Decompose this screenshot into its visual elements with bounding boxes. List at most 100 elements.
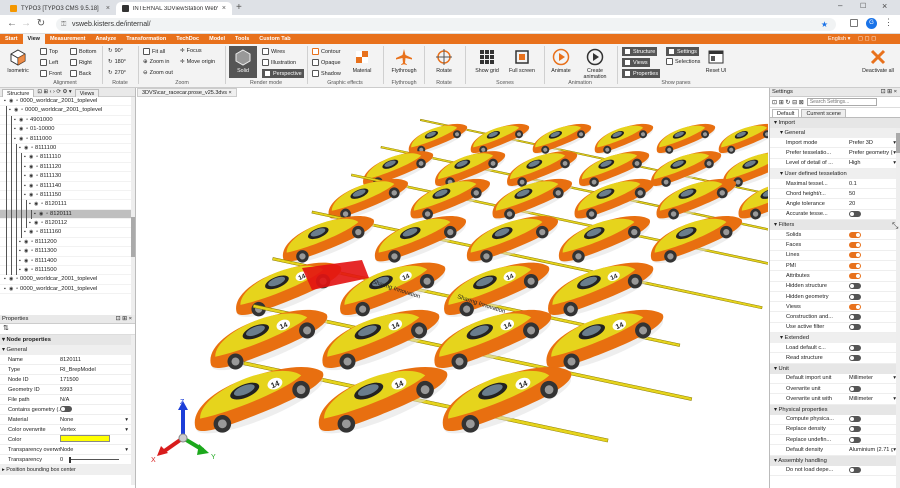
tree-expander-icon[interactable]: ▪: [24, 182, 26, 191]
tree-expander-icon[interactable]: ▪: [24, 228, 26, 237]
focus-button[interactable]: ✛ Focus: [180, 48, 202, 54]
top-view-button[interactable]: Top: [40, 48, 58, 55]
visibility-eye-icon[interactable]: ◉: [29, 172, 33, 181]
settings-section-header[interactable]: ▾ Unit: [770, 363, 900, 374]
visibility-eye-icon[interactable]: ◉: [24, 247, 28, 256]
settings-section-header[interactable]: ▾ General: [770, 128, 900, 138]
ribbon-tab-tools[interactable]: Tools: [230, 34, 254, 44]
tree-node[interactable]: ▪ ◉ ⚬ 8111150: [0, 190, 135, 201]
perspective-button[interactable]: Perspective: [262, 69, 304, 78]
setting-toggle[interactable]: [849, 272, 861, 279]
tree-node[interactable]: ▪ ◉ ⚬ 8111120: [0, 162, 135, 173]
setting-toggle[interactable]: [849, 303, 861, 310]
tree-node[interactable]: ▪ ◉ ⚬ 8111100: [0, 143, 135, 154]
ribbon-tab-techdoc[interactable]: TechDoc: [171, 34, 204, 44]
tree-node[interactable]: ▪ ◉ ⚬ 8111160: [0, 228, 135, 238]
settings-section-header[interactable]: ▾ Physical properties: [770, 404, 900, 415]
setting-toggle[interactable]: [849, 416, 861, 423]
zoom-out-button[interactable]: ⊖ Zoom out: [143, 70, 173, 76]
browser-tab-viewer[interactable]: INTERNAL 3DViewStation WebViewer ×: [116, 2, 232, 15]
browser-tab-typo3[interactable]: TYPO3 [TYPO3 CMS 9.5.18] ×: [4, 2, 116, 15]
visibility-eye-icon[interactable]: ◉: [34, 200, 38, 209]
create-animation-button[interactable]: Create animation: [578, 48, 612, 80]
visibility-eye-icon[interactable]: ◉: [29, 191, 33, 200]
tree-expander-icon[interactable]: ▪: [19, 144, 21, 153]
url-field[interactable]: ⚿ vsweb.kisters.de/internal/ ★: [56, 18, 836, 31]
move-origin-button[interactable]: ✛ Move origin: [180, 59, 215, 65]
structure-pane-toggle[interactable]: Structure: [622, 47, 658, 56]
tree-node[interactable]: ▪ ◉ ⚬ 01-10000: [0, 125, 135, 135]
setting-value[interactable]: 0.1: [849, 181, 900, 187]
zoom-in-button[interactable]: ⊕ Zoom in: [143, 59, 169, 65]
dropdown-chevron-icon[interactable]: ▾: [125, 447, 128, 453]
tree-expander-icon[interactable]: ▪: [19, 247, 21, 256]
profile-avatar[interactable]: G: [866, 18, 877, 29]
settings-section-header[interactable]: ▾ User defined tesselation: [770, 168, 900, 179]
color-swatch[interactable]: [60, 435, 110, 442]
tree-node[interactable]: ▪ ◉ ⚬ 8111130: [0, 172, 135, 182]
ribbon-tab-model[interactable]: Model: [204, 34, 230, 44]
visibility-eye-icon[interactable]: ◉: [29, 182, 33, 191]
setting-value[interactable]: [849, 211, 900, 218]
setting-value[interactable]: 50: [849, 191, 900, 197]
extension-icon[interactable]: [850, 19, 858, 27]
settings-pane-toggle[interactable]: Settings: [666, 47, 699, 56]
visibility-eye-icon[interactable]: ◉: [24, 266, 28, 275]
visibility-eye-icon[interactable]: ◉: [9, 285, 13, 294]
tree-expander-icon[interactable]: ▪: [24, 172, 26, 181]
setting-toggle[interactable]: [849, 436, 861, 443]
ribbon-tab-custom[interactable]: Custom Tab: [254, 34, 295, 44]
axis-triad[interactable]: Z X Y: [149, 398, 219, 468]
close-window-icon[interactable]: ×: [882, 1, 887, 11]
tree-node[interactable]: ▪ ◉ ⚬ 8111110: [0, 153, 135, 163]
visibility-eye-icon[interactable]: ◉: [19, 135, 23, 144]
isometric-button[interactable]: Isometric: [4, 48, 32, 74]
viewport[interactable]: 3DVS\car_racecar.prose_v25.3dvs × 14 14 14…: [137, 88, 768, 488]
rotate-270-button[interactable]: ↻ 270°: [108, 70, 126, 76]
setting-value[interactable]: High ▾: [849, 160, 900, 166]
settings-toolbar-icons[interactable]: ⊡ ⊞ ↻ ⊟ ⊠: [772, 99, 804, 106]
visibility-eye-icon[interactable]: ◉: [24, 257, 28, 266]
bottom-view-button[interactable]: Bottom: [70, 48, 96, 55]
setting-value[interactable]: Prefer 3D ▾: [849, 140, 900, 146]
visibility-eye-icon[interactable]: ◉: [34, 219, 38, 228]
tree-node[interactable]: ▪ ◉ ⚬ 8120111: [0, 200, 135, 210]
tree-expander-icon[interactable]: ▪: [14, 135, 16, 144]
reset-ui-button[interactable]: Reset UI: [702, 48, 730, 74]
tree-expander-icon[interactable]: ▪: [24, 153, 26, 162]
dropdown-chevron-icon[interactable]: ▾: [125, 427, 128, 433]
illustration-button[interactable]: Illustration: [262, 59, 296, 66]
visibility-eye-icon[interactable]: ◉: [29, 163, 33, 172]
setting-toggle[interactable]: [849, 262, 861, 269]
ribbon-tab-measurement[interactable]: Measurement: [45, 34, 90, 44]
flythrough-button[interactable]: Flythrough: [388, 48, 420, 74]
setting-value[interactable]: 20: [849, 201, 900, 207]
ribbon-tab-analyze[interactable]: Analyze: [90, 34, 121, 44]
setting-toggle[interactable]: [849, 252, 861, 259]
tree-expander-icon[interactable]: ▪: [9, 106, 11, 115]
selections-pane-toggle[interactable]: Selections: [666, 58, 700, 65]
tree-scrollbar[interactable]: [131, 97, 135, 315]
opaque-button[interactable]: Opaque: [312, 59, 341, 66]
tree-node[interactable]: ▪ ◉ ⚬ 8111140: [0, 181, 135, 191]
right-view-button[interactable]: Right: [70, 59, 92, 66]
race-car[interactable]: [590, 117, 656, 159]
tab-views[interactable]: Views: [74, 88, 100, 97]
fit-all-button[interactable]: Fit all: [143, 48, 165, 55]
settings-section-header[interactable]: ▾ Filters: [770, 220, 900, 231]
properties-scrollbar[interactable]: [131, 335, 135, 485]
back-icon[interactable]: ←: [6, 18, 18, 29]
tree-expander-icon[interactable]: ▪: [29, 200, 31, 209]
setting-value[interactable]: [849, 242, 900, 249]
dropdown-chevron-icon[interactable]: ▾: [125, 417, 128, 423]
setting-toggle[interactable]: [849, 354, 861, 361]
tree-node[interactable]: ▪ ◉ ⚬ 8111500: [0, 266, 135, 276]
settings-section-header[interactable]: ▾ Import: [770, 118, 900, 128]
visibility-eye-icon[interactable]: ◉: [9, 97, 13, 106]
setting-value[interactable]: [849, 436, 900, 443]
tab-default[interactable]: Default: [772, 109, 800, 117]
material-button[interactable]: Material: [348, 48, 376, 74]
tree-node[interactable]: ▪ ◉ ⚬ 8111000: [0, 134, 135, 144]
setting-value[interactable]: [849, 324, 900, 331]
tree-node[interactable]: ▪ ◉ ⚬ 8111200: [0, 237, 135, 248]
